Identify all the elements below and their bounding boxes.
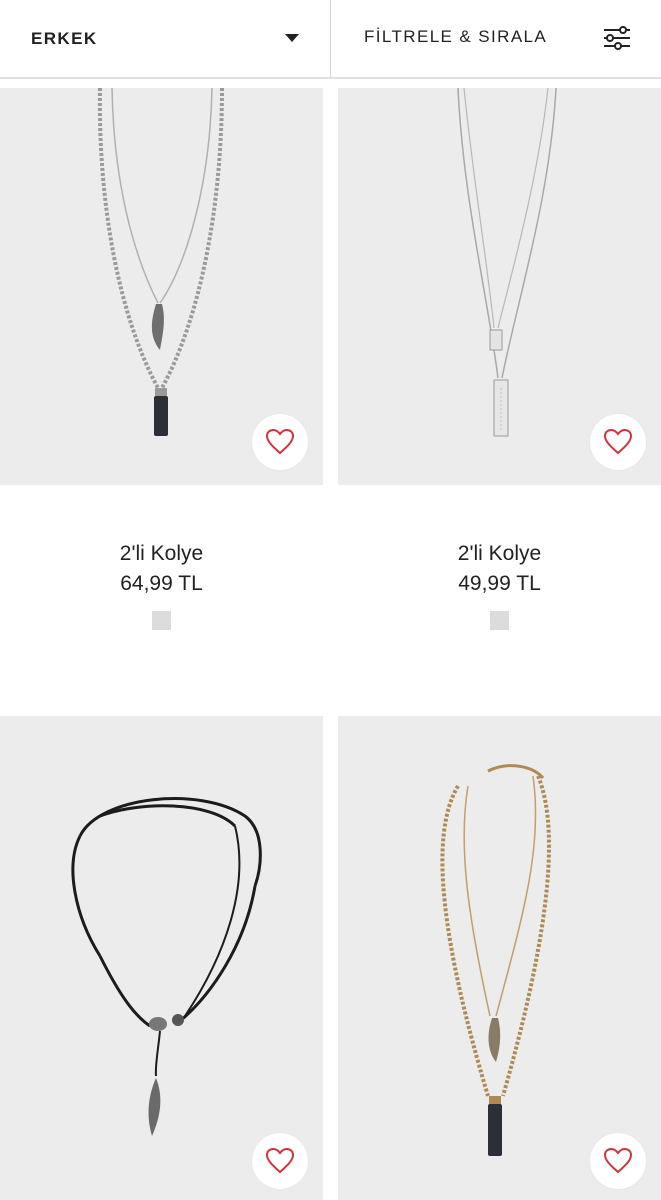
department-dropdown[interactable]: ERKEK [0, 0, 331, 77]
product-info: 2'li Kolye 49,99 TL [338, 541, 661, 630]
favorite-button[interactable] [252, 1133, 308, 1189]
product-name[interactable]: 2'li Kolye [0, 541, 323, 567]
color-swatch[interactable] [490, 611, 509, 630]
product-info: 2'li Kolye 64,99 TL [0, 541, 323, 630]
product-image[interactable] [338, 88, 661, 485]
heart-icon [266, 1148, 294, 1174]
filter-sort-label: FİLTRELE & SIRALA [364, 27, 548, 46]
product-image[interactable] [0, 88, 323, 485]
heart-icon [604, 429, 632, 455]
top-bar: ERKEK FİLTRELE & SIRALA [0, 0, 661, 79]
product-image[interactable] [0, 716, 323, 1200]
favorite-button[interactable] [590, 414, 646, 470]
favorite-button[interactable] [590, 1133, 646, 1189]
filter-sort-button[interactable]: FİLTRELE & SIRALA [332, 0, 661, 77]
product-price: 64,99 TL [120, 572, 203, 595]
heart-icon [266, 429, 294, 455]
product-name[interactable]: 2'li Kolye [338, 541, 661, 567]
sliders-icon [604, 26, 630, 50]
color-swatch[interactable] [152, 611, 171, 630]
heart-icon [604, 1148, 632, 1174]
necklace-image [440, 764, 552, 1156]
department-label: ERKEK [31, 28, 98, 48]
favorite-button[interactable] [252, 414, 308, 470]
product-price: 49,99 TL [458, 572, 541, 595]
product-image[interactable] [338, 716, 661, 1200]
necklace-image [71, 797, 262, 1136]
chevron-down-icon [285, 34, 299, 42]
